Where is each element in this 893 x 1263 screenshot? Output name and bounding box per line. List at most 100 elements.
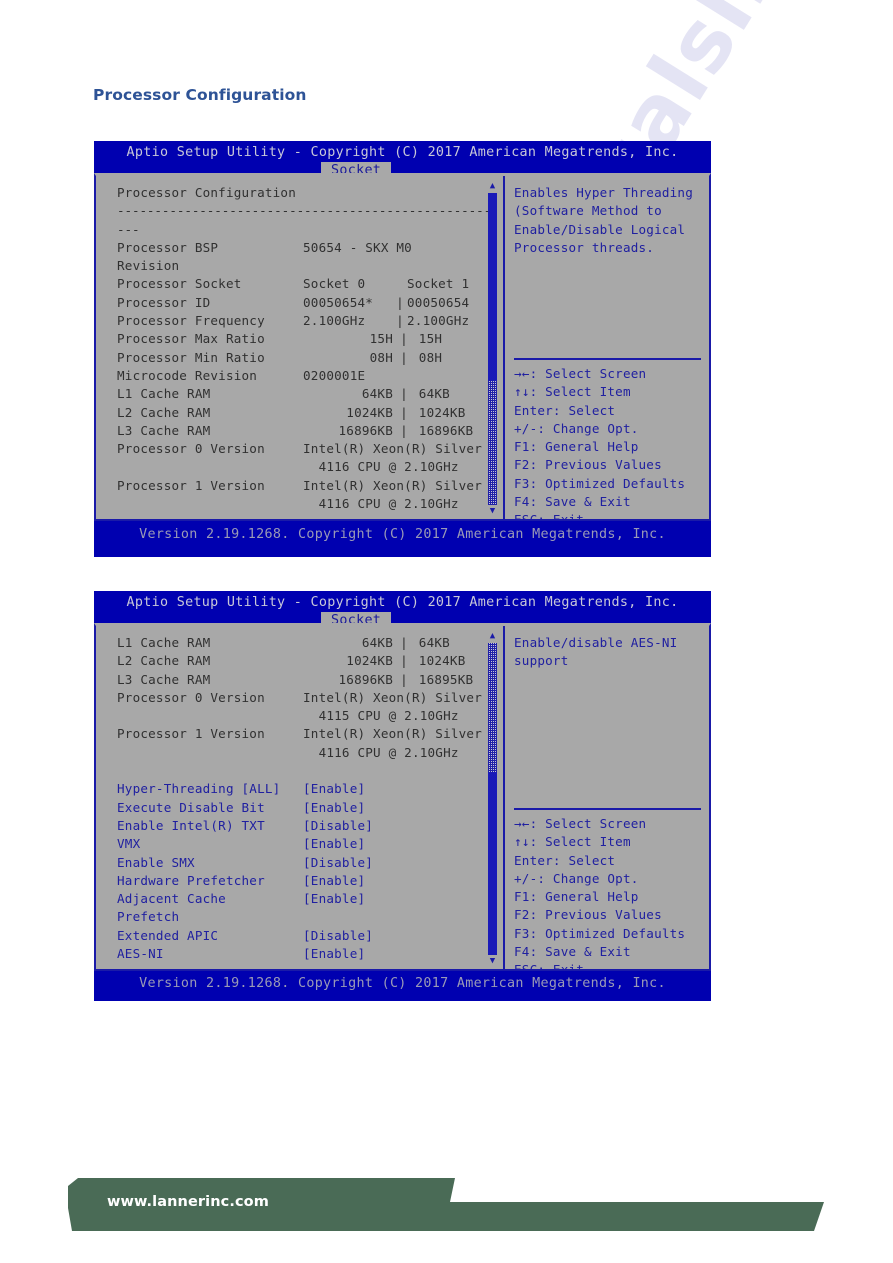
- info-row-label: [117, 495, 303, 513]
- bios-screenshot-1: Aptio Setup Utility - Copyright (C) 2017…: [94, 141, 711, 557]
- info-row: 4116 CPU @ 2.10GHz: [117, 744, 503, 762]
- info-row: L2 Cache RAM 1024KB | 1024KB: [117, 652, 503, 670]
- section-rule-tail: ---: [117, 221, 503, 239]
- key-legend-line: Enter: Select: [514, 852, 616, 868]
- bios-version-footer: Version 2.19.1268. Copyright (C) 2017 Am…: [94, 521, 711, 557]
- info-row-label: L3 Cache RAM: [117, 422, 211, 438]
- info-row-separator: |: [400, 422, 408, 438]
- info-row-socket0-value: 64KB: [361, 386, 393, 402]
- bios-settings-pane: Processor Configuration ----------------…: [96, 176, 503, 519]
- help-text: Enable/disable AES-NI support: [514, 635, 678, 669]
- setting-row[interactable]: Hyper-Threading [ALL] [Enable]: [117, 780, 503, 798]
- info-row-separator: |: [400, 404, 408, 420]
- info-row-value: [303, 257, 503, 275]
- info-row-label: [117, 744, 303, 762]
- info-row: Processor 0 Version Intel(R) Xeon(R) Silv…: [117, 440, 503, 458]
- info-row-value: Intel(R) Xeon(R) Silver: [303, 477, 482, 493]
- setting-value[interactable]: [303, 908, 503, 926]
- info-row: Processor 1 Version Intel(R) Xeon(R) Silv…: [117, 725, 503, 743]
- setting-row[interactable]: VMX [Enable]: [117, 835, 503, 853]
- bios-settings-pane: L1 Cache RAM 64KB | 64KB L2 Cache RAM 1024KB…: [96, 626, 503, 969]
- info-row-label: Processor 0 Version: [117, 441, 265, 457]
- info-row-separator: |: [400, 635, 408, 650]
- setting-row[interactable]: Adjacent Cache [Enable]: [117, 890, 503, 908]
- scroll-up-icon[interactable]: ▲: [487, 182, 498, 191]
- info-row: 4115 CPU @ 2.10GHz: [117, 707, 503, 725]
- setting-value[interactable]: [Enable]: [303, 890, 503, 908]
- setting-value[interactable]: [Enable]: [303, 780, 503, 798]
- info-row-label: Processor Max Ratio: [117, 331, 265, 347]
- setting-row[interactable]: Enable Intel(R) TXT [Disable]: [117, 817, 503, 835]
- setting-value[interactable]: [Enable]: [303, 835, 503, 853]
- info-row-separator: [393, 367, 407, 385]
- processor-settings-list: Hyper-Threading [ALL] [Enable] Execute Dis…: [117, 780, 503, 963]
- info-row: Processor Frequency 2.100GHz | 2.100GHz: [117, 312, 503, 330]
- scrollbar-1[interactable]: ▲ ▼: [487, 182, 498, 516]
- key-legend-line: F3: Optimized Defaults: [514, 925, 686, 941]
- scrollbar-thumb[interactable]: [488, 193, 497, 381]
- key-legend-line: ↑↓: Select Item: [514, 834, 631, 850]
- setting-label: Prefetch: [117, 909, 180, 925]
- setting-row[interactable]: Prefetch: [117, 908, 503, 926]
- info-row-label: Processor 0 Version: [117, 689, 265, 705]
- key-legend-line: ↑↓: Select Item: [514, 384, 631, 400]
- info-row-label: Processor Min Ratio: [117, 349, 265, 365]
- info-row-socket0-value: 00050654*: [303, 294, 374, 310]
- bios-header-title: Aptio Setup Utility - Copyright (C) 2017…: [126, 595, 679, 610]
- setting-value[interactable]: [Enable]: [303, 945, 503, 963]
- processor-info-list: L1 Cache RAM 64KB | 64KB L2 Cache RAM 1024KB…: [117, 634, 503, 762]
- key-legend-line: ESC: Exit: [514, 511, 705, 519]
- bios-help-pane-1: Enables Hyper Threading (Software Method…: [505, 176, 709, 519]
- info-row-value: Intel(R) Xeon(R) Silver: [303, 441, 482, 457]
- setting-value[interactable]: [Disable]: [303, 854, 503, 872]
- setting-value[interactable]: [Enable]: [303, 872, 503, 890]
- bios-header-title: Aptio Setup Utility - Copyright (C) 2017…: [126, 145, 679, 160]
- scroll-down-icon[interactable]: ▼: [487, 957, 498, 966]
- scroll-down-icon[interactable]: ▼: [487, 507, 498, 516]
- key-legend-line: F3: Optimized Defaults: [514, 475, 686, 491]
- section-rule-tail-text: ---: [117, 221, 140, 237]
- key-legend-line: →←: Select Screen: [514, 366, 647, 381]
- setting-row[interactable]: Enable SMX [Disable]: [117, 854, 503, 872]
- scrollbar-thumb[interactable]: [488, 772, 497, 955]
- info-row-label: Processor Socket: [117, 276, 242, 292]
- setting-label: Hardware Prefetcher: [117, 872, 265, 888]
- setting-label: Enable SMX: [117, 854, 195, 870]
- info-row-socket0-value: 2.100GHz: [303, 313, 366, 329]
- info-row: Revision: [117, 257, 503, 275]
- info-row: Processor 0 Version Intel(R) Xeon(R) Silv…: [117, 689, 503, 707]
- info-row-value: 50654 - SKX M0: [303, 239, 412, 255]
- setting-row[interactable]: AES-NI [Enable]: [117, 945, 503, 963]
- setting-label: Hyper-Threading [ALL]: [117, 781, 281, 797]
- scroll-up-icon[interactable]: ▲: [487, 632, 498, 641]
- key-legend-1: →←: Select Screen ↑↓: Select Item Enter: S…: [514, 365, 705, 519]
- bios-version-footer: Version 2.19.1268. Copyright (C) 2017 Am…: [94, 971, 711, 1001]
- info-row: Processor 1 Version Intel(R) Xeon(R) Silv…: [117, 477, 503, 495]
- bios-screenshot-2: Aptio Setup Utility - Copyright (C) 2017…: [94, 591, 711, 1001]
- setting-row[interactable]: Hardware Prefetcher [Enable]: [117, 872, 503, 890]
- info-row: L1 Cache RAM 64KB | 64KB: [117, 634, 503, 652]
- info-row-label: L1 Cache RAM: [117, 635, 211, 650]
- info-row: Microcode Revision 0200001E: [117, 367, 503, 385]
- setting-value[interactable]: [Disable]: [303, 927, 503, 945]
- key-legend-line: +/-: Change Opt.: [514, 870, 639, 886]
- info-row-value: Intel(R) Xeon(R) Silver: [303, 689, 482, 705]
- info-row: L3 Cache RAM 16896KB | 16895KB: [117, 671, 503, 689]
- scrollbar-2[interactable]: ▲ ▼: [487, 632, 498, 966]
- setting-label: AES-NI: [117, 946, 164, 962]
- setting-value[interactable]: [Disable]: [303, 817, 503, 835]
- setting-label: Enable Intel(R) TXT: [117, 817, 265, 833]
- info-row-socket0-value: 16896KB: [338, 422, 393, 438]
- info-row-socket0-value: 15H: [369, 331, 393, 347]
- help-divider: [514, 808, 701, 810]
- setting-value[interactable]: [Enable]: [303, 799, 503, 817]
- info-row-socket0-value: Socket 0: [303, 276, 366, 292]
- setting-row[interactable]: Extended APIC [Disable]: [117, 927, 503, 945]
- info-row-socket0-value: 1024KB: [346, 653, 393, 669]
- setting-row[interactable]: Execute Disable Bit [Enable]: [117, 799, 503, 817]
- info-row-separator: |: [396, 313, 404, 329]
- info-row-separator: |: [400, 331, 408, 347]
- key-legend-line: F1: General Help: [514, 889, 639, 905]
- processor-info-list: Processor BSP 50654 - SKX M0 Revision Proce…: [117, 239, 503, 513]
- info-row: Processor Max Ratio 15H | 15H: [117, 330, 503, 348]
